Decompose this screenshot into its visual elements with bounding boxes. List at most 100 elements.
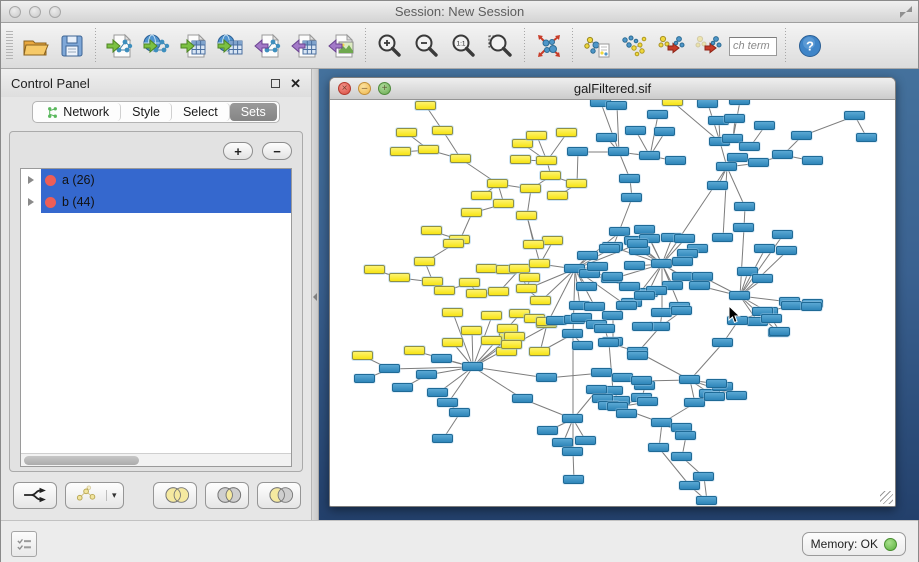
graph-node-blue[interactable]: [679, 375, 700, 384]
graph-node-blue[interactable]: [697, 100, 718, 108]
graph-node-yellow[interactable]: [461, 208, 482, 217]
graph-node-blue[interactable]: [637, 397, 658, 406]
graph-node-blue[interactable]: [427, 388, 448, 397]
graph-node-blue[interactable]: [672, 257, 693, 266]
graph-node-blue[interactable]: [772, 230, 793, 239]
graph-node-blue[interactable]: [576, 282, 597, 291]
set-row-body[interactable]: b (44): [41, 191, 291, 213]
graph-node-blue[interactable]: [801, 302, 822, 311]
scrollbar-thumb[interactable]: [24, 456, 139, 465]
import-network-web-button[interactable]: [138, 28, 175, 64]
graph-node-yellow[interactable]: [523, 240, 544, 249]
open-session-button[interactable]: [16, 28, 53, 64]
graph-node-blue[interactable]: [856, 133, 877, 142]
graph-node-blue[interactable]: [587, 262, 608, 271]
graph-node-yellow[interactable]: [509, 264, 530, 273]
graph-node-yellow[interactable]: [520, 184, 541, 193]
expand-icon[interactable]: [900, 6, 912, 18]
graph-node-yellow[interactable]: [536, 156, 557, 165]
graph-node-blue[interactable]: [772, 150, 793, 159]
graph-node-yellow[interactable]: [512, 139, 533, 148]
graph-node-blue[interactable]: [729, 291, 750, 300]
graph-node-blue[interactable]: [634, 291, 655, 300]
memory-status-button[interactable]: Memory: OK: [802, 532, 906, 556]
tab-sets[interactable]: Sets: [230, 103, 277, 121]
graph-node-blue[interactable]: [616, 301, 637, 310]
export-network-button[interactable]: [249, 28, 286, 64]
graph-node-yellow[interactable]: [352, 351, 373, 360]
graph-node-yellow[interactable]: [466, 289, 487, 298]
graph-node-blue[interactable]: [536, 373, 557, 382]
graph-node-blue[interactable]: [752, 274, 773, 283]
graph-node-blue[interactable]: [776, 246, 797, 255]
graph-node-blue[interactable]: [612, 373, 633, 382]
import-network-file-button[interactable]: [101, 28, 138, 64]
graph-node-blue[interactable]: [596, 133, 617, 142]
graph-node-yellow[interactable]: [481, 311, 502, 320]
graph-node-blue[interactable]: [647, 110, 668, 119]
graph-node-yellow[interactable]: [540, 171, 561, 180]
graph-node-yellow[interactable]: [442, 308, 463, 317]
graph-node-yellow[interactable]: [510, 155, 531, 164]
graph-node-blue[interactable]: [591, 368, 612, 377]
graph-node-yellow[interactable]: [443, 239, 464, 248]
graph-node-blue[interactable]: [781, 301, 802, 310]
graph-node-yellow[interactable]: [529, 347, 550, 356]
graph-node-blue[interactable]: [689, 281, 710, 290]
graph-node-blue[interactable]: [671, 452, 692, 461]
network-from-selection-button[interactable]: [578, 28, 615, 64]
graph-node-blue[interactable]: [577, 251, 598, 260]
graph-node-yellow[interactable]: [662, 100, 683, 106]
close-panel-icon[interactable]: ✕: [290, 79, 301, 88]
graph-node-blue[interactable]: [791, 131, 812, 140]
set-row[interactable]: a (26): [21, 169, 291, 191]
toolbar-drag-handle[interactable]: [6, 31, 13, 61]
sets-layout-button[interactable]: ▾: [65, 482, 124, 509]
graph-node-blue[interactable]: [627, 239, 648, 248]
graph-node-blue[interactable]: [599, 244, 620, 253]
import-table-file-button[interactable]: [175, 28, 212, 64]
add-set-button[interactable]: +: [223, 142, 253, 160]
tab-style[interactable]: Style: [121, 103, 172, 121]
graph-node-blue[interactable]: [449, 408, 470, 417]
graph-node-yellow[interactable]: [547, 191, 568, 200]
dropdown-arrow-icon[interactable]: ▾: [106, 490, 117, 501]
graph-node-blue[interactable]: [572, 341, 593, 350]
graph-node-blue[interactable]: [648, 443, 669, 452]
graph-node-blue[interactable]: [563, 475, 584, 484]
graph-node-yellow[interactable]: [493, 199, 514, 208]
graph-node-blue[interactable]: [675, 431, 696, 440]
graph-node-blue[interactable]: [575, 436, 596, 445]
graph-node-blue[interactable]: [696, 496, 717, 505]
zoom-selected-button[interactable]: [482, 28, 519, 64]
graph-node-blue[interactable]: [602, 272, 623, 281]
graph-node-blue[interactable]: [512, 394, 533, 403]
graph-node-yellow[interactable]: [461, 326, 482, 335]
graph-node-yellow[interactable]: [390, 147, 411, 156]
graph-node-blue[interactable]: [631, 376, 652, 385]
expand-triangle-icon[interactable]: [21, 176, 41, 184]
graph-node-yellow[interactable]: [488, 287, 509, 296]
venn-difference-button[interactable]: [257, 482, 301, 509]
graph-node-yellow[interactable]: [542, 236, 563, 245]
merge-networks-button[interactable]: [652, 28, 689, 64]
graph-node-blue[interactable]: [651, 259, 672, 268]
graph-node-blue[interactable]: [432, 434, 453, 443]
split-sets-button[interactable]: [13, 482, 57, 509]
graph-node-blue[interactable]: [654, 127, 675, 136]
graph-node-blue[interactable]: [739, 142, 760, 151]
graph-node-blue[interactable]: [844, 111, 865, 120]
graph-node-blue[interactable]: [679, 481, 700, 490]
graph-node-yellow[interactable]: [421, 226, 442, 235]
graph-node-yellow[interactable]: [481, 336, 502, 345]
graph-node-blue[interactable]: [567, 147, 588, 156]
graph-node-blue[interactable]: [684, 398, 705, 407]
graph-node-blue[interactable]: [692, 272, 713, 281]
task-history-button[interactable]: [11, 531, 37, 557]
network-frame-titlebar[interactable]: × – + galFiltered.sif: [330, 78, 895, 100]
graph-node-yellow[interactable]: [418, 145, 439, 154]
horizontal-scrollbar[interactable]: [21, 453, 291, 466]
graph-node-yellow[interactable]: [415, 101, 436, 110]
difference-networks-button[interactable]: [615, 28, 652, 64]
graph-node-blue[interactable]: [706, 379, 727, 388]
